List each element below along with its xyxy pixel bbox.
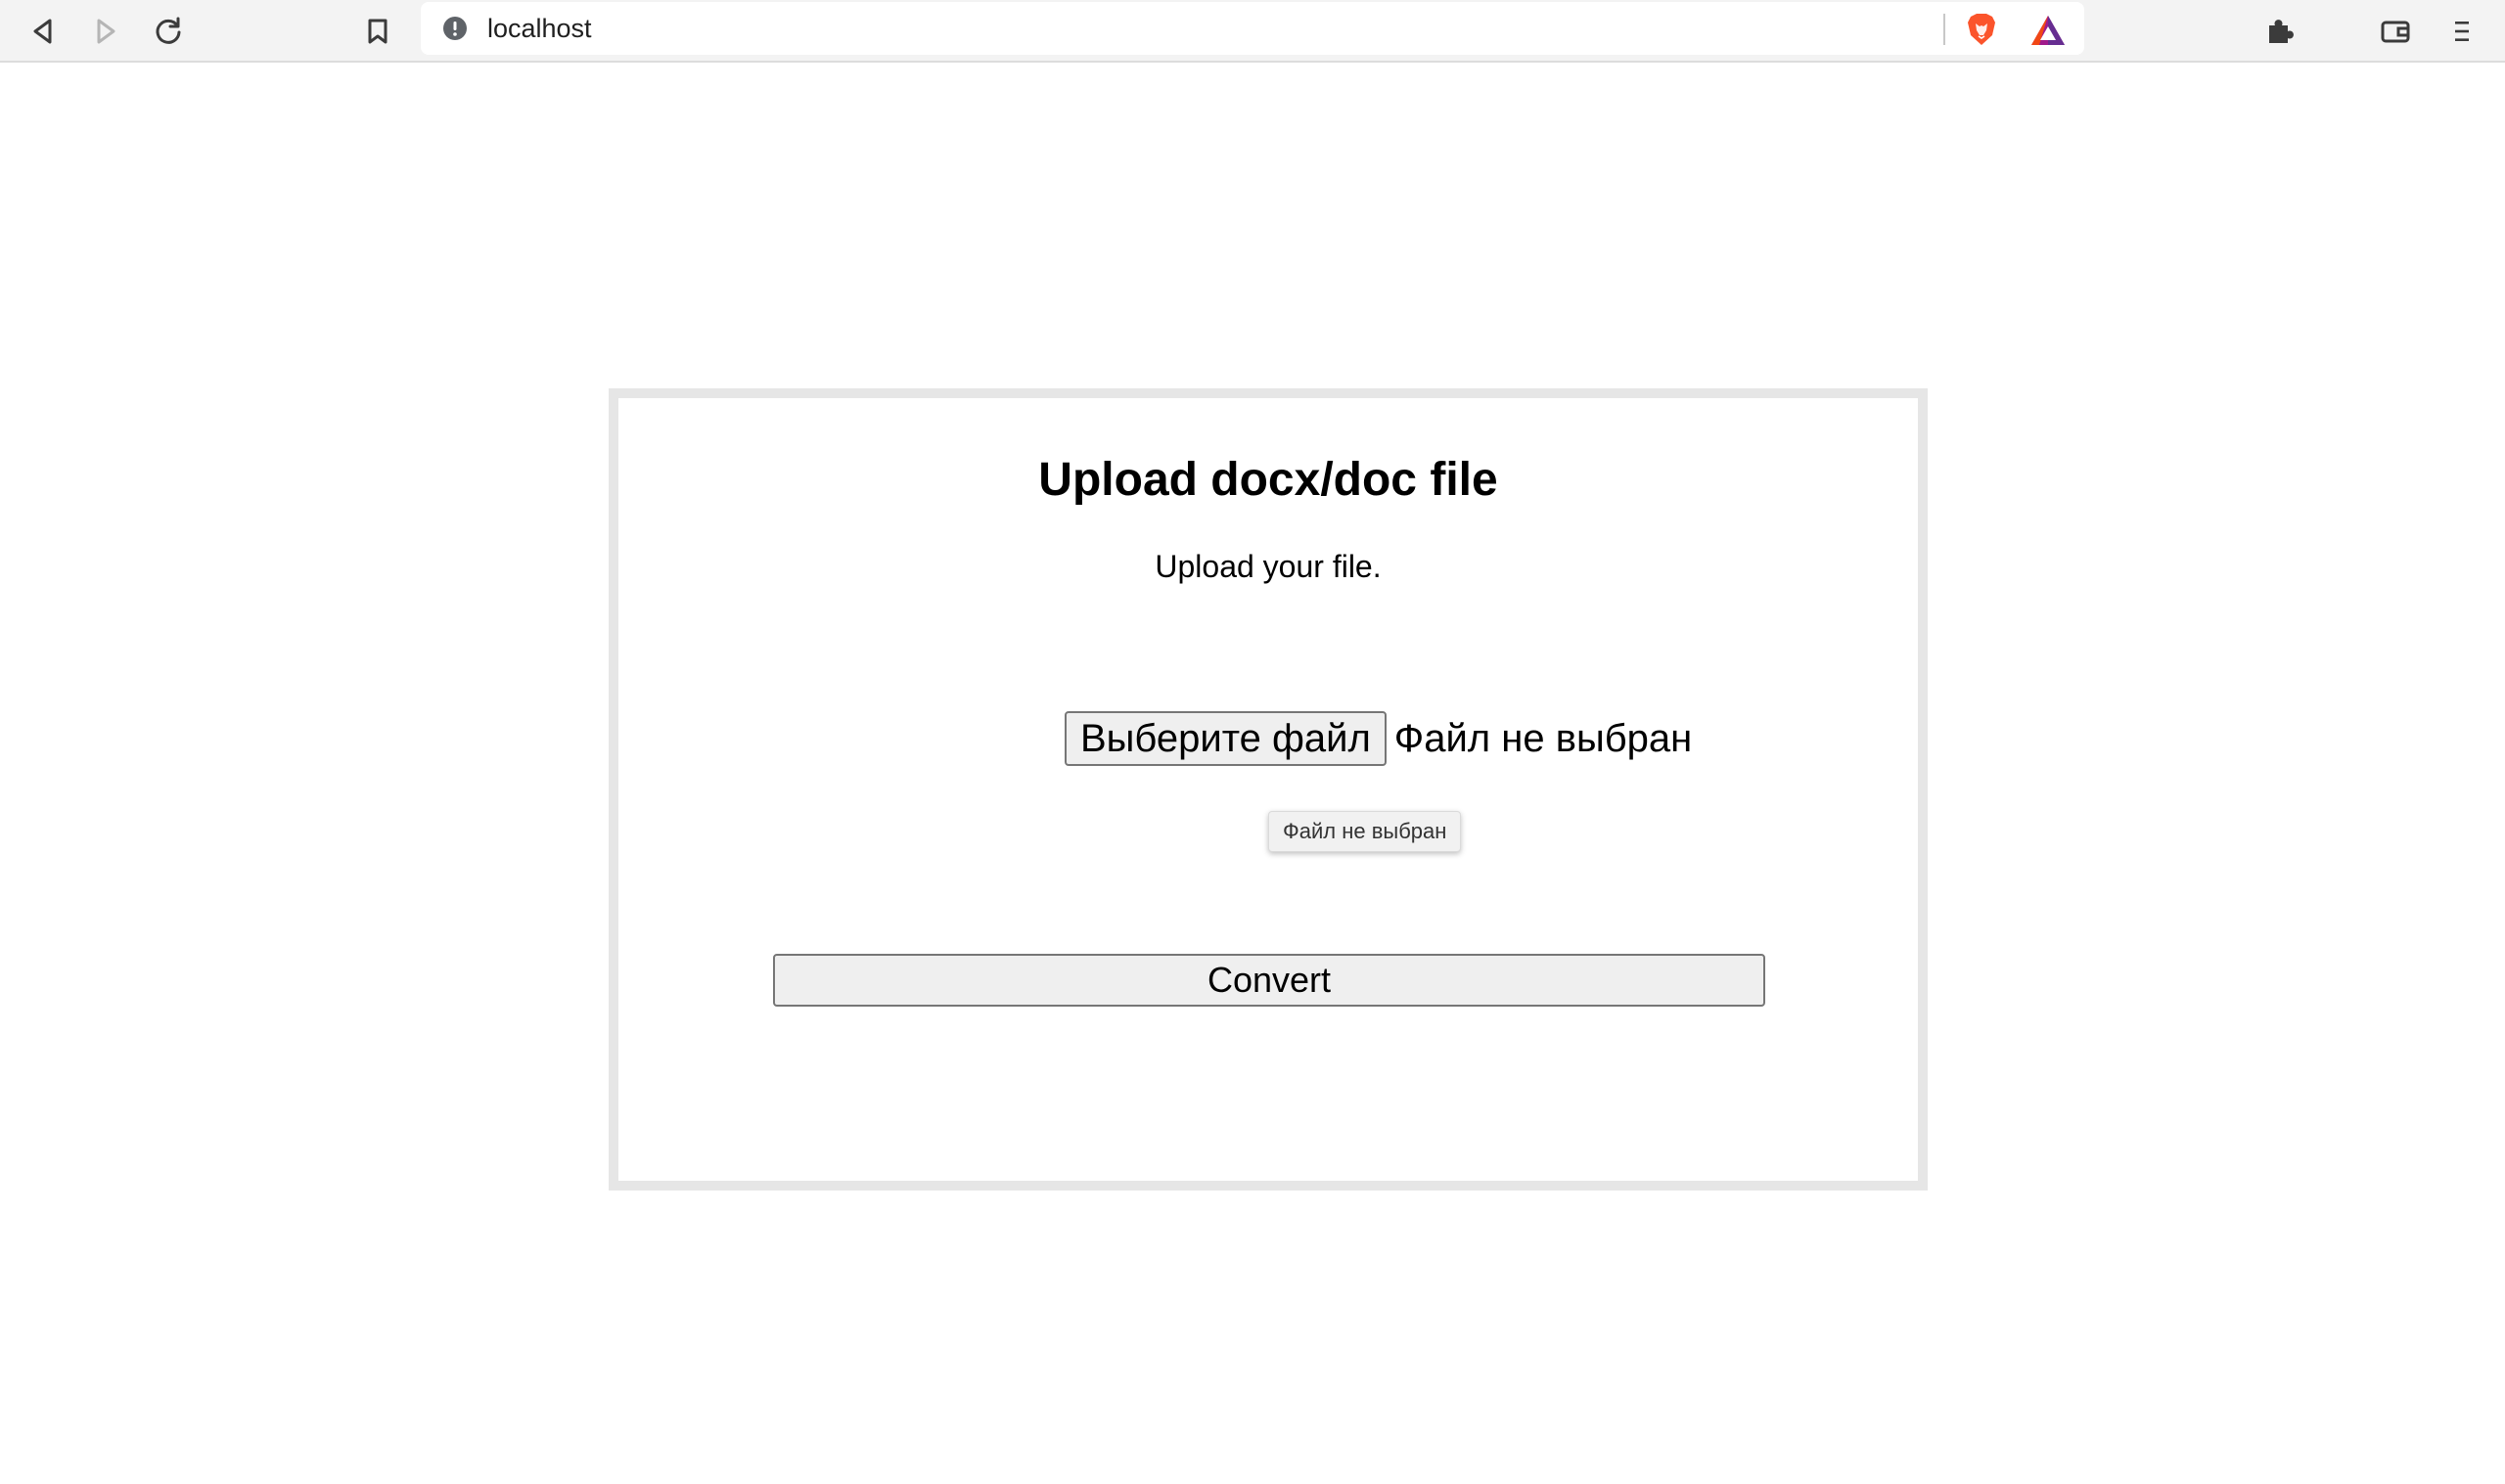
divider [1943,14,1945,45]
hamburger-menu-icon [2455,22,2469,41]
address-bar[interactable]: localhost [421,2,2084,55]
back-arrow-icon [33,19,52,44]
back-button[interactable] [22,10,65,53]
wallet-button[interactable] [2374,10,2417,53]
bookmark-button[interactable] [356,10,399,53]
page-title: Upload docx/doc file [1038,454,1498,506]
forward-button[interactable] [84,10,127,53]
wallet-icon [2381,21,2410,43]
extensions-button[interactable] [2258,10,2301,53]
file-input[interactable]: Выберите файл Файл не выбран [1065,711,1692,766]
choose-file-button[interactable]: Выберите файл [1065,711,1387,766]
browser-toolbar: localhost [0,0,2505,63]
file-tooltip: Файл не выбран [1268,811,1462,852]
reload-icon [156,17,181,44]
bookmark-icon [368,19,387,44]
upload-card: Upload docx/doc file Upload your file. В… [609,388,1928,1191]
file-status-text: Файл не выбран [1393,716,1693,760]
puzzle-icon [2269,20,2294,43]
brave-lion-icon[interactable] [1965,12,1998,47]
reload-button[interactable] [147,10,190,53]
page-subtitle: Upload your file. [1155,549,1382,584]
url-text: localhost [487,14,592,43]
forward-arrow-icon [97,19,115,44]
convert-button[interactable]: Convert [773,954,1765,1007]
bat-triangle-icon[interactable] [2029,14,2067,47]
info-icon[interactable] [442,16,468,41]
menu-button[interactable] [2440,10,2483,53]
